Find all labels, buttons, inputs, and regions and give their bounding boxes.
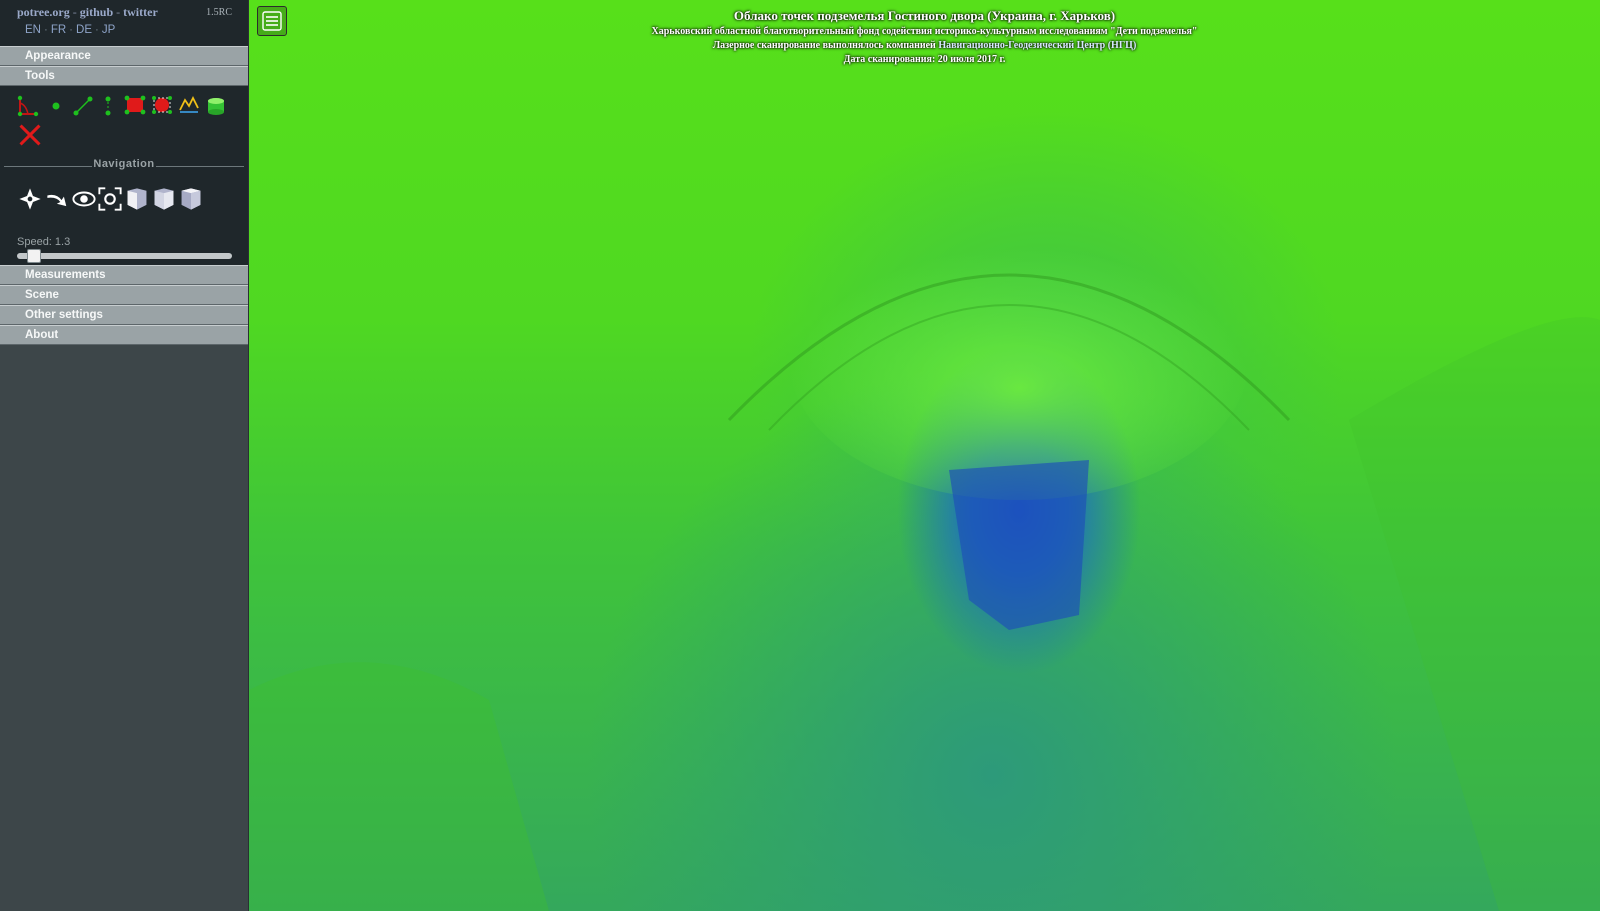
lang-fr[interactable]: FR bbox=[51, 24, 66, 36]
tools-panel: Navigation bbox=[0, 86, 248, 174]
focus-icon[interactable] bbox=[97, 186, 123, 212]
earth-controls-icon[interactable] bbox=[17, 186, 43, 212]
orbit-controls-icon[interactable] bbox=[71, 186, 97, 212]
point-measure-icon[interactable] bbox=[45, 95, 67, 117]
fly-controls-icon[interactable] bbox=[45, 186, 71, 212]
scene-description: Облако точек подземелья Гостиного двора … bbox=[249, 8, 1600, 65]
lang-separator: · bbox=[95, 24, 99, 36]
distance-measure-icon[interactable] bbox=[72, 95, 94, 117]
scan-credit-prefix: Лазерное сканирование выполнялось компан… bbox=[712, 40, 936, 51]
lang-jp[interactable]: JP bbox=[102, 24, 115, 36]
speed-label: Speed: 1.3 bbox=[17, 236, 71, 248]
top-view-icon[interactable] bbox=[178, 186, 204, 212]
accordion-about[interactable]: About bbox=[0, 325, 248, 345]
clip-volume-icon[interactable] bbox=[205, 95, 227, 117]
height-measure-icon[interactable] bbox=[97, 95, 119, 117]
twitter-link[interactable]: twitter bbox=[123, 5, 158, 19]
lang-separator: · bbox=[69, 24, 74, 36]
profile-icon[interactable] bbox=[178, 94, 200, 116]
scene-title: Облако точек подземелья Гостиного двора … bbox=[733, 8, 1116, 23]
brand-separator: - bbox=[72, 5, 77, 19]
potree-link[interactable]: potree.org bbox=[17, 5, 70, 19]
accordion-tools[interactable]: Tools bbox=[0, 66, 248, 86]
scene-subtitle: Харьковский областной благотворительный … bbox=[651, 26, 1198, 37]
left-view-icon[interactable] bbox=[124, 186, 150, 212]
accordion-appearance[interactable]: Appearance bbox=[0, 46, 248, 66]
point-cloud-viewer[interactable]: Облако точек подземелья Гостиного двора … bbox=[249, 0, 1600, 911]
navigation-title: Navigation bbox=[0, 158, 248, 170]
github-link[interactable]: github bbox=[80, 5, 113, 19]
volume-measure-icon[interactable] bbox=[151, 94, 173, 116]
language-selector: EN · FR · DE · JP bbox=[25, 24, 115, 36]
sidebar-header: potree.org - github - twitter 1.5RC EN · FR · DE… bbox=[0, 0, 248, 46]
lang-en[interactable]: EN bbox=[25, 24, 41, 36]
speed-slider-track[interactable] bbox=[17, 253, 232, 259]
front-view-icon[interactable] bbox=[151, 186, 177, 212]
scan-credit: Лазерное сканирование выполнялось компан… bbox=[249, 40, 1600, 51]
brand-separator: - bbox=[116, 5, 121, 19]
sidebar: potree.org - github - twitter 1.5RC EN · FR · DE… bbox=[0, 0, 249, 911]
speed-slider-thumb[interactable] bbox=[27, 249, 41, 263]
accordion-other-settings[interactable]: Other settings bbox=[0, 305, 248, 325]
scan-company-link[interactable]: Навигационно-Геодезический Центр (НГЦ) bbox=[938, 40, 1136, 51]
version-label: 1.5RC bbox=[206, 7, 232, 18]
area-measure-icon[interactable] bbox=[124, 94, 146, 116]
brand-links: potree.org - github - twitter bbox=[17, 5, 158, 20]
scan-date: Дата сканирования: 20 июля 2017 г. bbox=[843, 54, 1006, 65]
accordion-measurements[interactable]: Measurements bbox=[0, 265, 248, 285]
angle-measure-icon[interactable] bbox=[17, 95, 39, 117]
navigation-panel: Speed: 1.3 bbox=[0, 174, 248, 265]
accordion-scene[interactable]: Scene bbox=[0, 285, 248, 305]
lang-de[interactable]: DE bbox=[76, 24, 92, 36]
tunnel-point-cloud bbox=[249, 220, 1600, 911]
remove-all-icon[interactable] bbox=[17, 122, 43, 148]
lang-separator: · bbox=[43, 24, 48, 36]
